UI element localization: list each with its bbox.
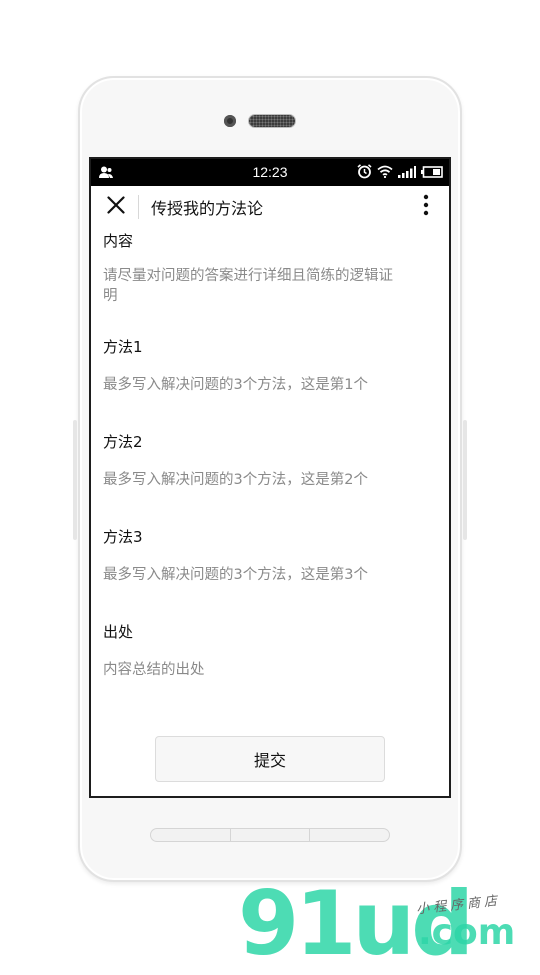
volume-button-left	[73, 420, 77, 540]
wifi-icon	[377, 165, 393, 182]
method-form: 内容 请尽量对问题的答案进行详细且简练的逻辑证明 方法1 最多写入解决问题的3个…	[91, 230, 449, 680]
home-bar-center[interactable]	[231, 829, 311, 841]
alarm-icon	[357, 164, 372, 183]
close-icon	[107, 196, 125, 218]
field-method-1: 方法1 最多写入解决问题的3个方法，这是第1个	[103, 336, 437, 431]
more-menu-button[interactable]	[411, 192, 441, 222]
field-label-method-3: 方法3	[103, 528, 143, 546]
submit-button[interactable]: 提交	[155, 736, 385, 782]
more-vertical-icon	[423, 194, 429, 220]
field-label-content: 内容	[103, 232, 134, 250]
content-input[interactable]: 请尽量对问题的答案进行详细且简练的逻辑证明	[103, 266, 437, 326]
field-source: 出处 内容总结的出处	[103, 621, 437, 680]
source-input[interactable]: 内容总结的出处	[103, 660, 437, 680]
method-1-input[interactable]: 最多写入解决问题的3个方法，这是第1个	[103, 375, 437, 431]
status-icons	[357, 164, 443, 183]
page-title: 传授我的方法论	[151, 199, 264, 218]
battery-icon	[421, 165, 443, 182]
home-bar-left[interactable]	[151, 829, 231, 841]
method-3-input[interactable]: 最多写入解决问题的3个方法，这是第3个	[103, 565, 437, 621]
field-method-2: 方法2 最多写入解决问题的3个方法，这是第2个	[103, 431, 437, 526]
home-button-bar[interactable]	[150, 828, 390, 842]
earpiece-speaker	[248, 114, 296, 128]
method-2-input[interactable]: 最多写入解决问题的3个方法，这是第2个	[103, 470, 437, 526]
power-button-right	[463, 420, 467, 540]
field-label-method-1: 方法1	[103, 338, 143, 356]
title-divider	[138, 195, 139, 219]
front-camera	[224, 115, 236, 127]
field-content: 内容 请尽量对问题的答案进行详细且简练的逻辑证明	[103, 230, 437, 326]
watermark-domain: .com	[418, 912, 516, 953]
field-label-source: 出处	[103, 623, 134, 641]
title-bar: 传授我的方法论	[91, 186, 449, 228]
home-bar-right[interactable]	[310, 829, 389, 841]
phone-screen: 12:23 传授我的方法论 内容 请尽量对问题的答案进行详细且简练的逻辑证明 方…	[89, 157, 451, 798]
field-label-method-2: 方法2	[103, 433, 143, 451]
close-button[interactable]	[94, 186, 138, 228]
field-method-3: 方法3 最多写入解决问题的3个方法，这是第3个	[103, 526, 437, 621]
signal-icon	[398, 165, 416, 182]
status-bar: 12:23	[91, 159, 449, 186]
